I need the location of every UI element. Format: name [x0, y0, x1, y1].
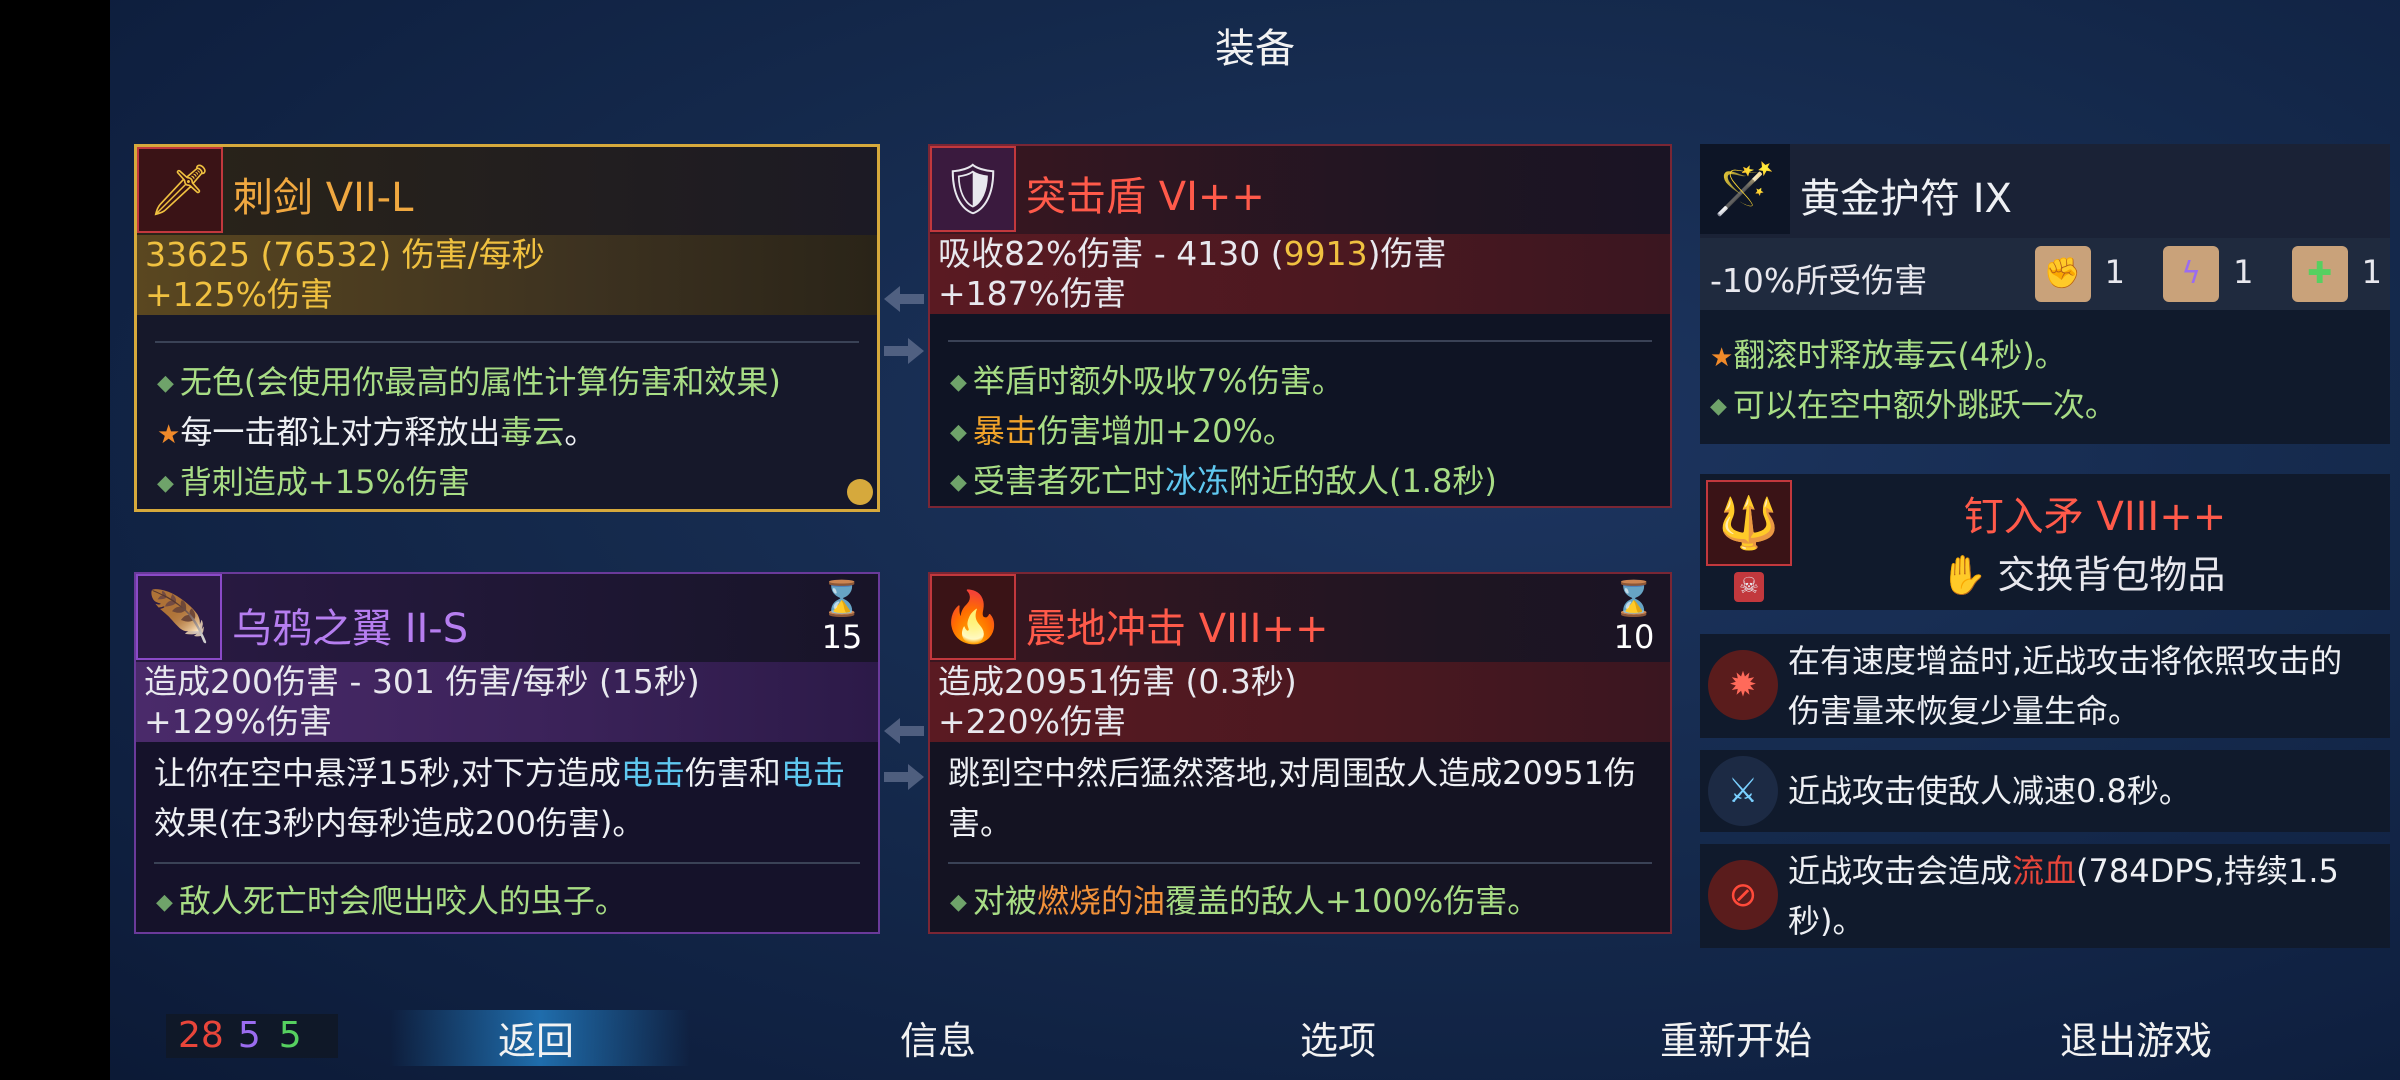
perk-item: ◆ 敌人死亡时会爬出咬人的虫子。	[156, 882, 627, 920]
back-button[interactable]: 返回	[498, 1010, 574, 1065]
swap-backpack-button[interactable]: ✋ 交换背包物品	[1940, 544, 2225, 599]
survival-scroll-icon: ✚	[2291, 246, 2348, 302]
gold-corner-ornament	[847, 479, 873, 505]
hourglass-icon: ⌛	[1612, 579, 1656, 619]
amulet-stat: -10%所受伤害	[1710, 261, 1928, 300]
damage-bonus: +125%伤害	[145, 275, 333, 314]
cooldown-timer: ⌛ 10	[1612, 579, 1656, 656]
amulet-icon: 🪄	[1700, 144, 1790, 234]
cooldown-timer: ⌛ 15	[820, 579, 864, 656]
damage-bonus: +187%伤害	[938, 274, 1126, 313]
weapon-card-rapier[interactable]: 🗡 刺剑 VII-L 33625 (76532) 伤害/每秒 +125%伤害 ◆…	[134, 144, 880, 512]
absorb-stat: 吸收82%伤害 - 4130 (9913)伤害	[938, 234, 1447, 273]
swap-left-arrow-icon	[884, 718, 924, 744]
tactics-scroll-icon: ϟ	[2163, 246, 2220, 302]
perk-item: ◆ 可以在空中额外跳跃一次。	[1710, 386, 2117, 424]
item-name: 突击盾 VI++	[1026, 174, 1265, 220]
hourglass-icon: ⌛	[820, 579, 864, 619]
item-name: 乌鸦之翼 II-S	[232, 606, 469, 652]
raven-wings-icon: 🪶	[136, 574, 222, 660]
item-name: 震地冲击 VIII++	[1026, 606, 1329, 652]
backpack-skull-icon: ☠	[1734, 572, 1764, 602]
slow-blade-icon: ⚔	[1708, 756, 1778, 826]
skill-stat: 造成20951伤害 (0.3秒)	[938, 662, 1297, 701]
swap-hand-icon: ✋	[1940, 553, 1988, 597]
amulet-card[interactable]: 🪄 黄金护符 IX -10%所受伤害 ✊ 1 ϟ1 ✚ 1 ★翻滚时释放毒云(4秒)…	[1700, 144, 2390, 444]
mutation-row[interactable]: ✹ 在有速度增益时,近战攻击将依照攻击的伤害量来恢复少量生命。	[1700, 634, 2390, 738]
options-button[interactable]: 选项	[1300, 1010, 1376, 1065]
perk-item: ◆ 背刺造成+15%伤害	[157, 463, 470, 501]
skill-description: 让你在空中悬浮15秒,对下方造成电击伤害和电击效果(在3秒内每秒造成200伤害)…	[154, 754, 845, 842]
survival-count: 5	[278, 1015, 302, 1056]
bleeding-heart-icon: ✹	[1708, 650, 1778, 720]
perk-item: ◆ 对被燃烧的油覆盖的敌人+100%伤害。	[950, 882, 1540, 920]
damage-bonus: +129%伤害	[144, 702, 332, 741]
quit-button[interactable]: 退出游戏	[2060, 1010, 2212, 1065]
skill-stat: 造成200伤害 - 301 伤害/每秒 (15秒)	[144, 662, 700, 701]
blood-icon: ⊘	[1708, 860, 1778, 930]
star-icon: ★	[1710, 343, 1734, 373]
weapon-card-assault-shield[interactable]: 🛡 突击盾 VI++ 吸收82%伤害 - 4130 (9913)伤害 +187%…	[928, 144, 1672, 508]
mutation-row[interactable]: ⊘ 近战攻击会造成流血(784DPS,持续1.5秒)。	[1700, 844, 2390, 948]
swap-right-arrow-icon	[884, 338, 924, 364]
perk-item: ◆ 举盾时额外吸收7%伤害。	[950, 362, 1344, 400]
perk-item: ◆ 暴击伤害增加+20%。	[950, 412, 1295, 450]
damage-bonus: +220%伤害	[938, 702, 1126, 741]
brutality-count: 28	[178, 1015, 224, 1056]
perk-item: ★翻滚时释放毒云(4秒)。	[1710, 336, 2067, 374]
info-button[interactable]: 信息	[900, 1010, 976, 1065]
swap-right-arrow-icon	[884, 764, 924, 790]
spear-icon: 🔱	[1706, 480, 1792, 566]
shield-icon: 🛡	[930, 146, 1016, 232]
mutation-row[interactable]: ⚔ 近战攻击使敌人减速0.8秒。	[1700, 750, 2390, 832]
item-name: 刺剑 VII-L	[233, 175, 414, 221]
skill-card-raven-wings[interactable]: 🪶 乌鸦之翼 II-S ⌛ 15 造成200伤害 - 301 伤害/每秒 (15秒…	[134, 572, 880, 934]
tactics-count: 5	[237, 1015, 261, 1056]
restart-button[interactable]: 重新开始	[1660, 1010, 1812, 1065]
brutality-scroll-icon: ✊	[2034, 246, 2091, 302]
rapier-icon: 🗡	[137, 147, 223, 233]
perk-item: ★每一击都让对方释放出毒云。	[157, 413, 597, 451]
scroll-counts: 28 5 5	[166, 1014, 338, 1058]
page-title: 装备	[1215, 26, 1295, 72]
backpack-slot[interactable]: 🔱 ☠ 钉入矛 VIII++ ✋ 交换背包物品	[1700, 474, 2390, 610]
star-icon: ★	[157, 420, 181, 450]
backpack-item-name: 钉入矛 VIII++	[1963, 494, 2227, 540]
item-name: 黄金护符 IX	[1800, 176, 2012, 222]
inventory-screen: 装备 🗡 刺剑 VII-L 33625 (76532) 伤害/每秒 +125%伤…	[110, 0, 2400, 1080]
skill-card-ground-smash[interactable]: 🔥 震地冲击 VIII++ ⌛ 10 造成20951伤害 (0.3秒) +220%…	[928, 572, 1672, 934]
ground-smash-icon: 🔥	[930, 574, 1016, 660]
skill-description: 跳到空中然后猛然落地,对周围敌人造成20951伤害。	[948, 754, 1636, 842]
dps-stat: 33625 (76532) 伤害/每秒	[145, 235, 545, 274]
perk-item: ◆ 无色(会使用你最高的属性计算伤害和效果)	[157, 363, 781, 401]
perk-item: ◆ 受害者死亡时冰冻附近的敌人(1.8秒)	[950, 462, 1497, 500]
swap-left-arrow-icon	[884, 286, 924, 312]
